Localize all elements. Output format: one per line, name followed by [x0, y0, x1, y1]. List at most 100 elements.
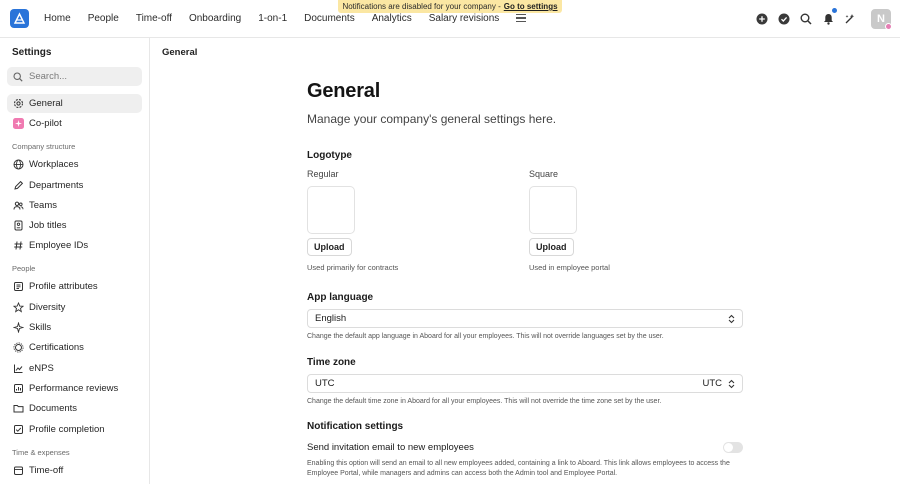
sparkle-icon [12, 322, 24, 334]
sidebar-item-departments[interactable]: Departments [7, 176, 142, 195]
invitation-email-row: Send invitation email to new employees [307, 442, 743, 453]
sidebar-item-profile-completion[interactable]: Profile completion [7, 420, 142, 439]
square-logo-hint: Used in employee portal [529, 263, 610, 272]
sidebar-item-label: Teams [29, 199, 57, 211]
nav-one-on-one[interactable]: 1-on-1 [258, 13, 287, 24]
pen-icon [12, 179, 24, 191]
settings-sidebar: Settings Search... General Co-pilot Comp… [0, 38, 150, 484]
section-people: People [12, 264, 36, 274]
user-avatar[interactable]: N [871, 9, 892, 30]
time-zone-right: UTC [702, 378, 735, 389]
sparkle-tools-icon[interactable] [839, 9, 861, 29]
nav-analytics[interactable]: Analytics [372, 13, 412, 24]
general-settings-panel: General Manage your company's general se… [307, 80, 743, 479]
folder-icon [12, 403, 24, 415]
nav-salary-revisions[interactable]: Salary revisions [429, 13, 500, 24]
check-circle-icon[interactable] [773, 9, 795, 29]
calendar-icon [12, 464, 24, 476]
upload-square-logo-button[interactable]: Upload [529, 238, 574, 256]
square-logo-label: Square [529, 169, 559, 179]
sidebar-item-profile-attributes[interactable]: Profile attributes [7, 277, 142, 296]
sidebar-item-label: Employee IDs [29, 240, 89, 252]
logo-icon [13, 12, 26, 24]
time-zone-select[interactable]: UTC UTC [307, 374, 743, 393]
copilot-icon [12, 118, 24, 130]
app-language-select[interactable]: English [307, 309, 743, 328]
sidebar-item-label: Job titles [29, 220, 67, 232]
sidebar-item-label: Workplaces [29, 159, 79, 171]
logotype-section: Regular Upload Used primarily for contra… [307, 169, 743, 289]
nav-people[interactable]: People [88, 13, 119, 24]
sidebar-item-co-pilot[interactable]: Co-pilot [7, 114, 142, 133]
time-zone-value: UTC [315, 378, 335, 389]
sidebar-item-label: Certifications [29, 342, 84, 354]
app-logo[interactable] [10, 9, 29, 28]
chart-icon [12, 362, 24, 374]
team-icon [12, 199, 24, 211]
sidebar-item-certifications[interactable]: Certifications [7, 338, 142, 357]
sidebar-item-label: Documents [29, 403, 78, 415]
sidebar-title: Settings [12, 47, 52, 58]
more-menu-icon[interactable] [516, 14, 527, 24]
sidebar-item-label: Skills [29, 322, 52, 334]
invitation-email-toggle[interactable] [723, 442, 743, 453]
nav-home[interactable]: Home [44, 13, 71, 24]
select-chevrons-icon [728, 379, 735, 388]
nav-time-off[interactable]: Time-off [136, 13, 172, 24]
award-icon [12, 342, 24, 354]
sidebar-item-label: Performance reviews [29, 382, 119, 394]
gear-icon [12, 98, 24, 110]
nav-onboarding[interactable]: Onboarding [189, 13, 241, 24]
sidebar-item-label: eNPS [29, 362, 54, 374]
time-zone-hint: Change the default time zone in Aboard f… [307, 398, 662, 405]
sidebar-item-teams[interactable]: Teams [7, 196, 142, 215]
sidebar-item-performance-reviews[interactable]: Performance reviews [7, 379, 142, 398]
search-icon [13, 71, 23, 82]
sidebar-item-documents[interactable]: Documents [7, 399, 142, 418]
sidebar-item-diversity[interactable]: Diversity [7, 298, 142, 317]
sidebar-item-general[interactable]: General [7, 94, 142, 113]
go-to-settings-link[interactable]: Go to settings [504, 2, 558, 11]
badge-icon [12, 220, 24, 232]
sidebar-item-job-titles[interactable]: Job titles [7, 216, 142, 235]
invitation-email-hint: Enabling this option will send an email … [307, 460, 730, 477]
search-placeholder: Search... [29, 71, 68, 82]
sidebar-item-label: Co-pilot [29, 118, 62, 130]
search-icon[interactable] [795, 9, 817, 29]
regular-logo-column: Regular Upload Used primarily for contra… [307, 169, 398, 272]
review-icon [12, 382, 24, 394]
add-circle-icon[interactable] [751, 9, 773, 29]
section-company-structure: Company structure [12, 142, 76, 152]
sidebar-item-label: Diversity [29, 301, 66, 313]
regular-logo-hint: Used primarily for contracts [307, 263, 399, 272]
breadcrumb: General [162, 47, 198, 58]
sidebar-item-time-off[interactable]: Time-off [7, 461, 142, 480]
time-zone-heading: Time zone [307, 357, 356, 368]
sidebar-item-workplaces[interactable]: Workplaces [7, 155, 142, 174]
time-zone-offset: UTC [702, 378, 722, 389]
sidebar-item-label: Profile completion [29, 423, 105, 435]
invitation-email-label: Send invitation email to new employees [307, 442, 474, 453]
square-logo-column: Square Upload Used in employee portal [529, 169, 610, 272]
sidebar-top-group: General Co-pilot [7, 94, 142, 133]
main-nav: Home People Time-off Onboarding 1-on-1 D… [44, 13, 543, 24]
sidebar-search-input[interactable]: Search... [7, 67, 142, 86]
sidebar-item-enps[interactable]: eNPS [7, 359, 142, 378]
avatar-initial: N [877, 13, 885, 25]
sidebar-item-skills[interactable]: Skills [7, 318, 142, 337]
notification-banner: Notifications are disabled for your comp… [338, 0, 562, 13]
app-language-heading: App language [307, 292, 374, 303]
nav-documents[interactable]: Documents [304, 13, 355, 24]
hash-icon [12, 240, 24, 252]
sidebar-item-label: Time-off [29, 464, 64, 476]
sidebar-item-employee-ids[interactable]: Employee IDs [7, 236, 142, 255]
globe-icon [12, 159, 24, 171]
upload-regular-logo-button[interactable]: Upload [307, 238, 352, 256]
notification-settings-heading: Notification settings [307, 421, 404, 432]
regular-logo-preview [307, 186, 355, 234]
sidebar-item-label: Profile attributes [29, 281, 98, 293]
page-title: General [307, 80, 381, 102]
app-language-hint: Change the default app language in Aboar… [307, 333, 664, 340]
checklist-icon [12, 423, 24, 435]
avatar-status-dot [885, 23, 892, 30]
